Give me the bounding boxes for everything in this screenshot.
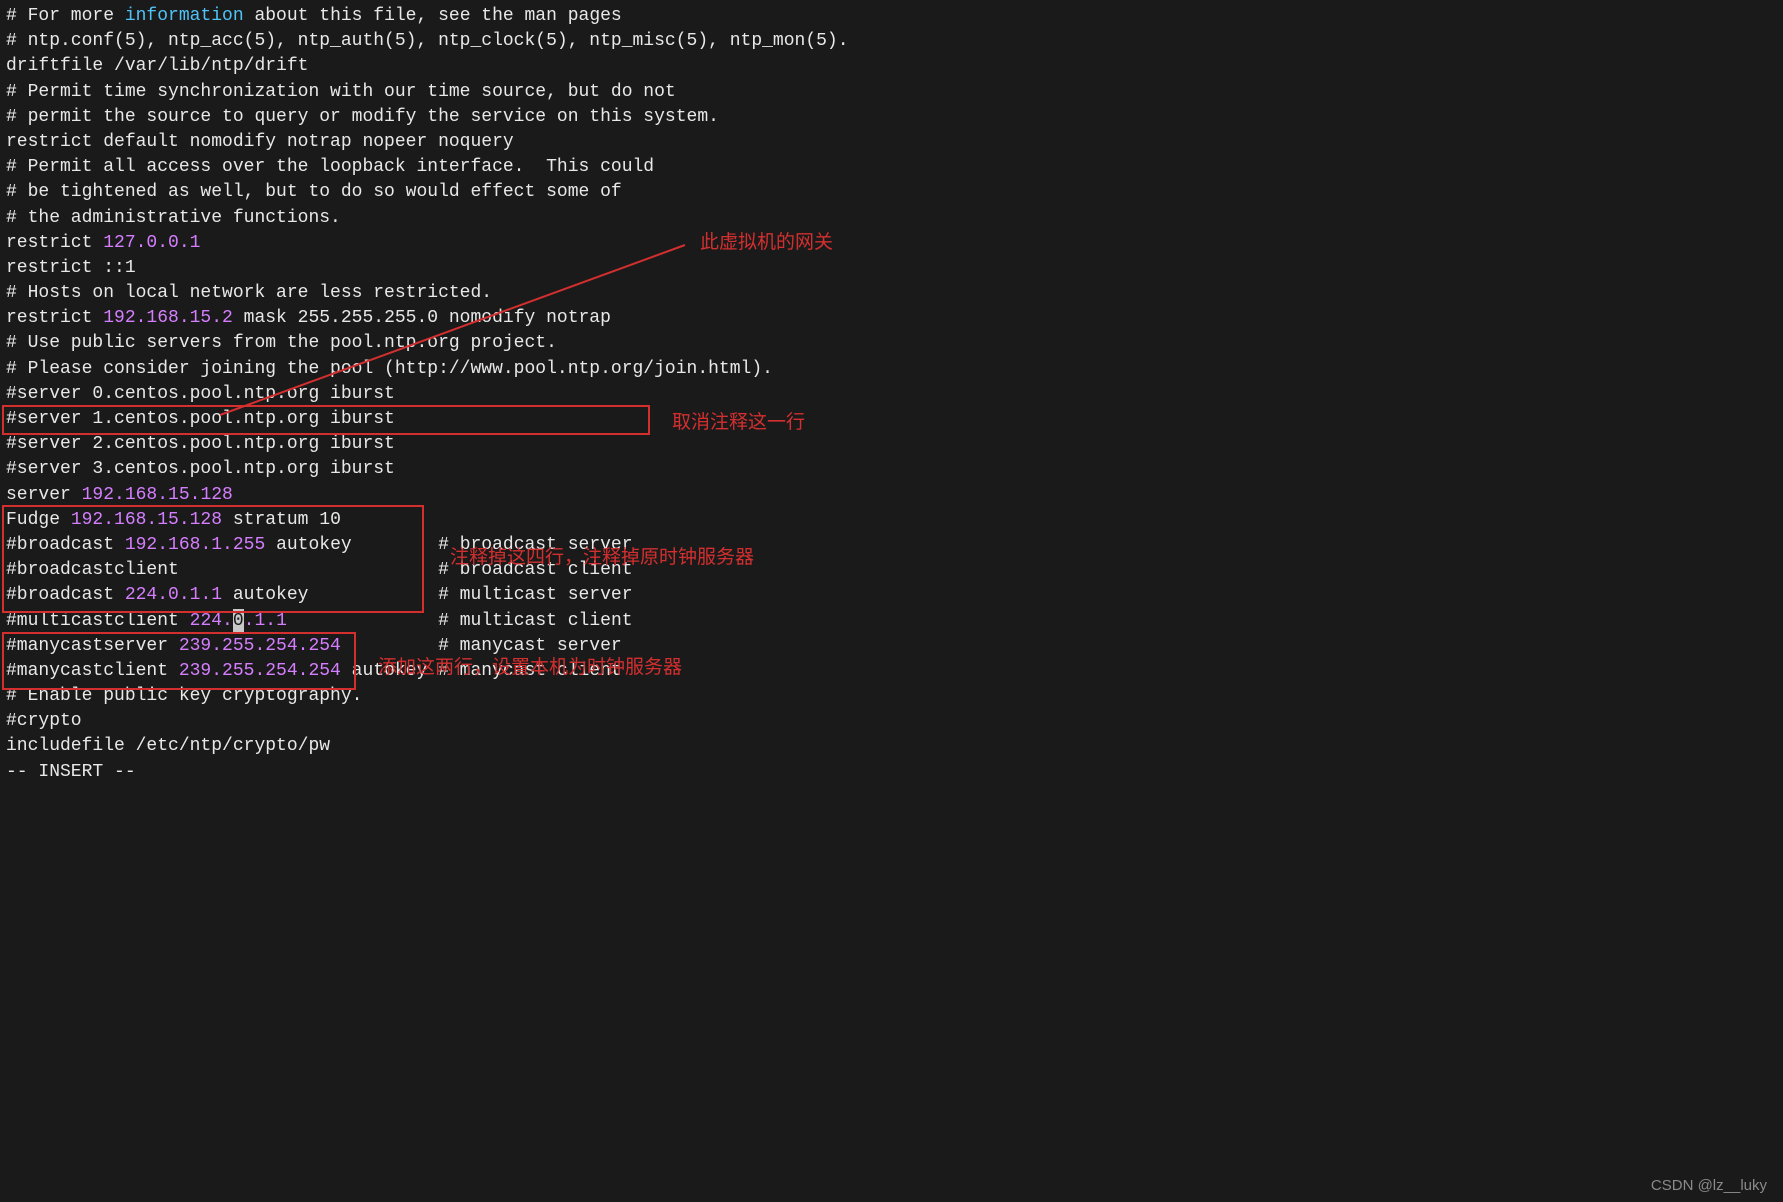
config-line: restrict default nomodify notrap nopeer … [6, 130, 1777, 155]
config-line: # ntp.conf(5), ntp_acc(5), ntp_auth(5), … [6, 29, 1777, 54]
config-line: #server 0.centos.pool.ntp.org iburst [6, 382, 1777, 407]
config-line: # Please consider joining the pool (http… [6, 357, 1777, 382]
config-line: restrict 192.168.15.2 mask 255.255.255.0… [6, 306, 1777, 331]
config-line: #server 3.centos.pool.ntp.org iburst [6, 457, 1777, 482]
config-line: Fudge 192.168.15.128 stratum 10 [6, 508, 1777, 533]
config-line: # Permit all access over the loopback in… [6, 155, 1777, 180]
cursor: 0 [233, 609, 244, 634]
ip-address: 192.168.15.128 [82, 485, 233, 505]
config-line: driftfile /var/lib/ntp/drift [6, 54, 1777, 79]
config-line: #server 1.centos.pool.ntp.org iburst [6, 407, 1777, 432]
config-line: restrict 127.0.0.1 [6, 231, 1777, 256]
ip-address: 224.0.1.1 [190, 611, 287, 631]
config-line: # permit the source to query or modify t… [6, 105, 1777, 130]
annotation-add-server: 添加这两行，设置本机为时钟服务器 [378, 655, 682, 682]
annotation-gateway: 此虚拟机的网关 [700, 230, 833, 257]
config-line: # Use public servers from the pool.ntp.o… [6, 331, 1777, 356]
annotation-comment-servers: 注释掉这四行，注释掉原时钟服务器 [450, 545, 754, 572]
ip-address: 192.168.15.128 [71, 510, 222, 530]
config-line: # For more information about this file, … [6, 4, 1777, 29]
config-line: #broadcastclient # broadcast client [6, 558, 1777, 583]
ip-address: 192.168.1.255 [125, 535, 265, 555]
ip-address: 239.255.254.254 [179, 661, 341, 681]
config-line: # Hosts on local network are less restri… [6, 281, 1777, 306]
ip-address: 224.0.1.1 [125, 585, 222, 605]
config-line: # the administrative functions. [6, 206, 1777, 231]
highlight-keyword: information [125, 6, 244, 26]
config-line: #broadcast 224.0.1.1 autokey # multicast… [6, 583, 1777, 608]
config-line: # Permit time synchronization with our t… [6, 80, 1777, 105]
ip-address: 127.0.0.1 [103, 233, 200, 253]
config-line: #multicastclient 224.0.1.1 # multicast c… [6, 609, 1777, 634]
config-line: #broadcast 192.168.1.255 autokey # broad… [6, 533, 1777, 558]
config-line: restrict ::1 [6, 256, 1777, 281]
terminal-editor[interactable]: # For more information about this file, … [6, 4, 1777, 785]
config-line: server 192.168.15.128 [6, 483, 1777, 508]
watermark: CSDN @lz__luky [1651, 1175, 1767, 1196]
config-line: #manycastserver 239.255.254.254 # manyca… [6, 634, 1777, 659]
ip-address: 239.255.254.254 [179, 636, 341, 656]
annotation-uncomment: 取消注释这一行 [672, 410, 805, 437]
ip-address: 192.168.15.2 [103, 308, 233, 328]
vim-mode-indicator: -- INSERT -- [6, 760, 1777, 785]
config-line: #manycastclient 239.255.254.254 autokey … [6, 659, 1777, 684]
config-line: # be tightened as well, but to do so wou… [6, 180, 1777, 205]
config-line: includefile /etc/ntp/crypto/pw [6, 734, 1777, 759]
config-line: # Enable public key cryptography. [6, 684, 1777, 709]
config-line: #server 2.centos.pool.ntp.org iburst [6, 432, 1777, 457]
config-line: #crypto [6, 709, 1777, 734]
